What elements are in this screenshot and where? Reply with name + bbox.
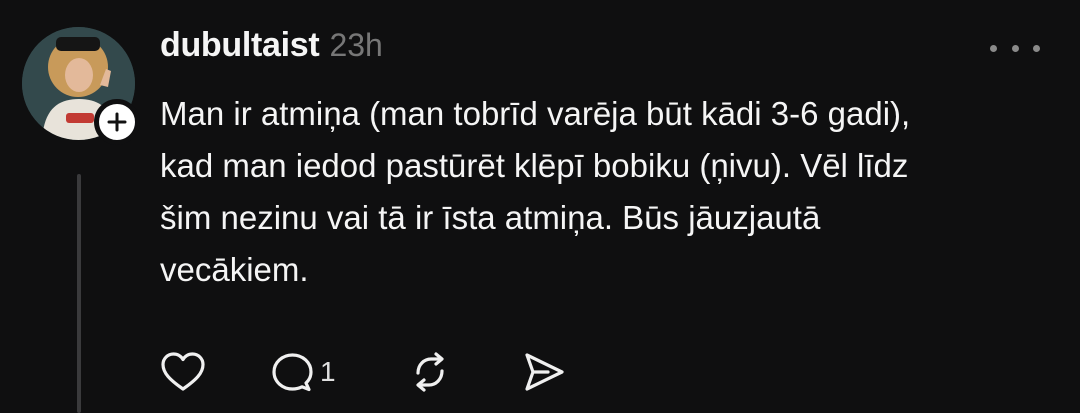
post-text-line: vecākiem. [160, 251, 309, 288]
reply-count: 1 [320, 356, 336, 387]
plus-icon [107, 112, 127, 132]
username[interactable]: dubultaist [160, 26, 320, 65]
reply-button[interactable]: 1 [270, 350, 336, 394]
post-text-line: šim nezinu vai tā ir īsta atmiņa. Būs jā… [160, 199, 821, 236]
follow-button[interactable] [94, 99, 140, 145]
thread-line [77, 174, 81, 413]
post-text: Man ir atmiņa (man tobrīd varēja būt kād… [160, 88, 1060, 296]
more-horizontal-icon [1033, 44, 1040, 52]
like-button[interactable] [160, 350, 206, 394]
repost-button[interactable] [410, 350, 450, 394]
heart-icon [161, 352, 205, 391]
send-icon [525, 353, 564, 391]
post-text-line: kad man iedod pastūrēt klēpī bobiku (ņiv… [160, 147, 909, 184]
repost-icon [416, 352, 444, 392]
share-button[interactable] [522, 350, 566, 394]
more-horizontal-icon [1011, 44, 1019, 52]
more-options-button[interactable] [990, 36, 1040, 60]
more-horizontal-icon [990, 44, 997, 52]
post-header: dubultaist 23h [160, 26, 383, 65]
timestamp[interactable]: 23h [329, 27, 382, 64]
comment-icon [272, 353, 313, 392]
post-text-line: Man ir atmiņa (man tobrīd varēja būt kād… [160, 95, 911, 132]
thread-post: dubultaist 23h Man ir atmiņa (man tobrīd… [0, 0, 1080, 413]
